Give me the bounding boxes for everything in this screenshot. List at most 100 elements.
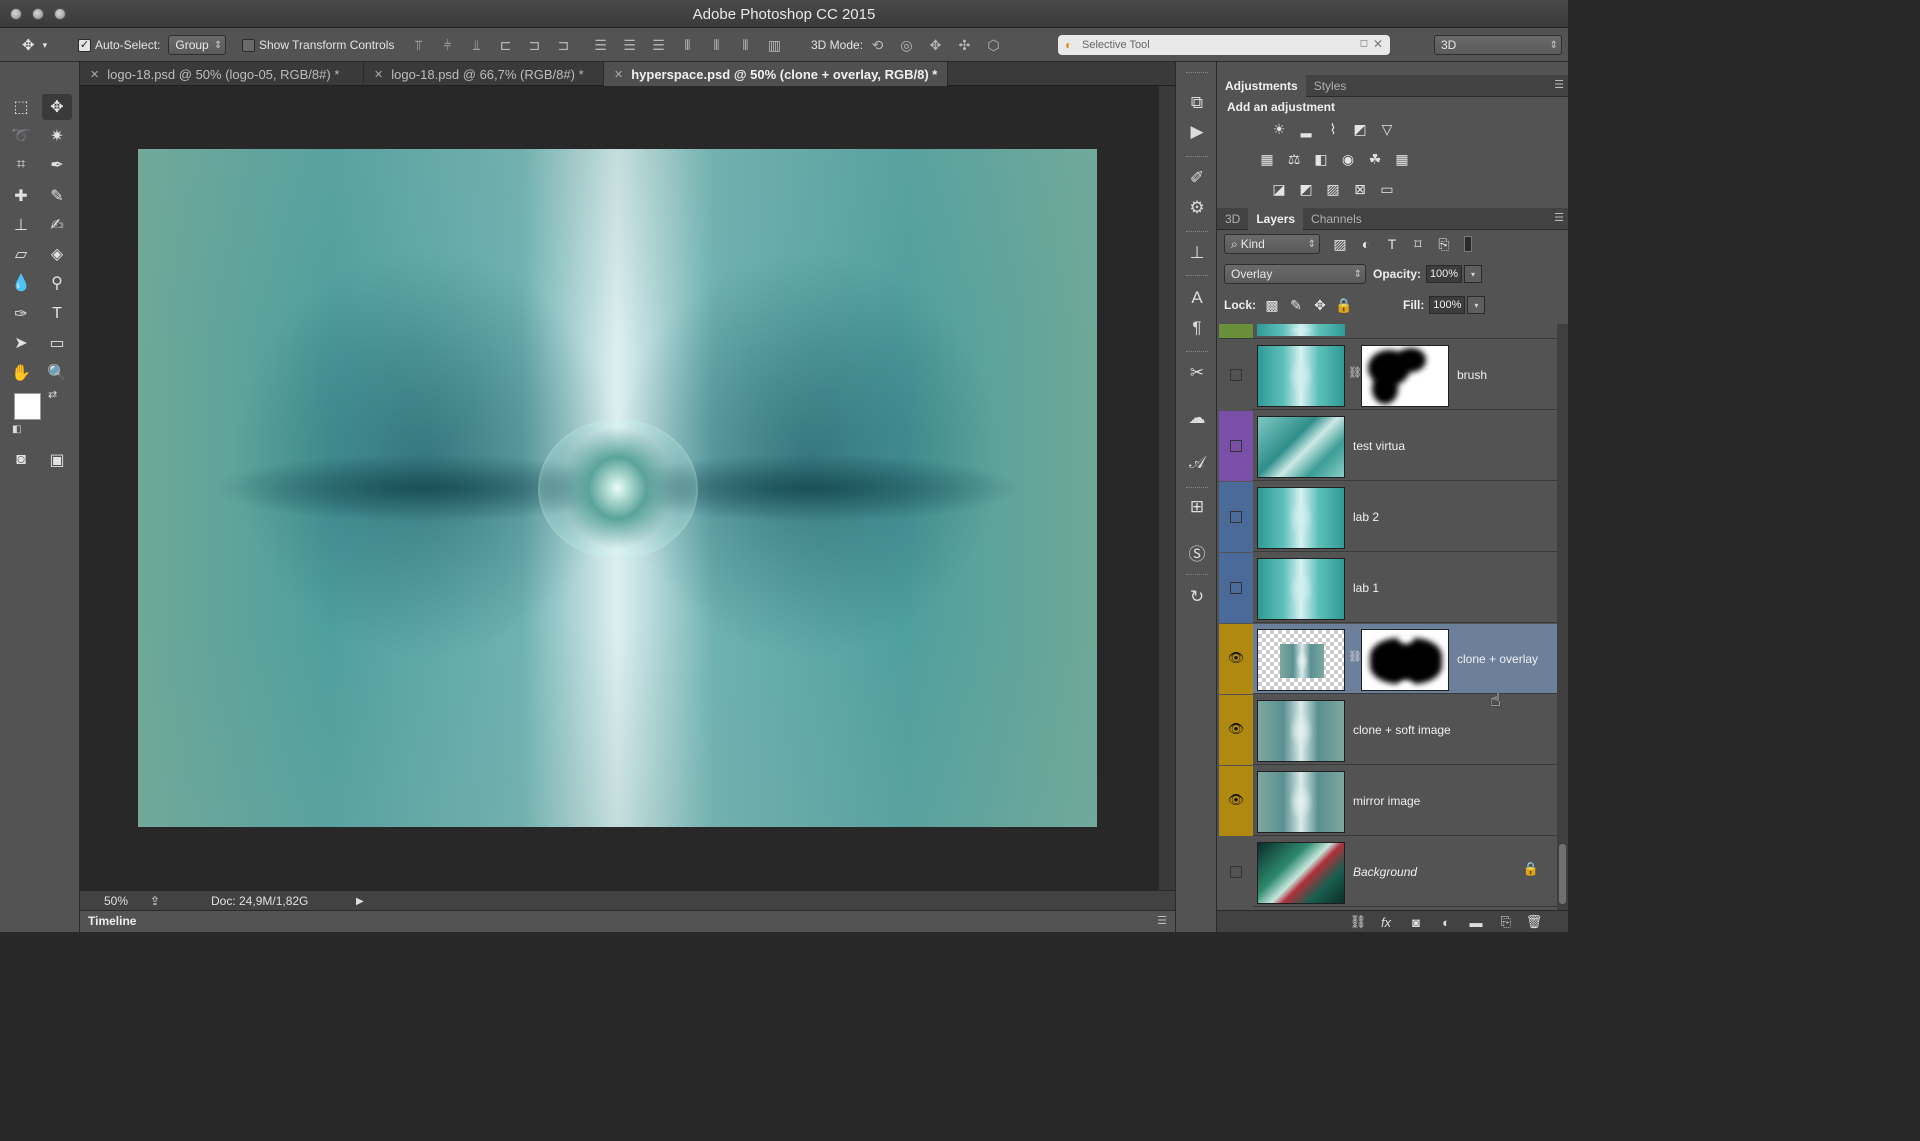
rectangle-tool-icon[interactable]: ▭ — [42, 330, 72, 356]
paint-bucket-tool-icon[interactable]: ◈ — [42, 241, 72, 267]
actions-panel-icon[interactable]: ▶ — [1184, 119, 1210, 145]
selective-color-icon[interactable]: ⊠ — [1350, 179, 1370, 199]
layer-row-lab-1[interactable]: lab 1 — [1219, 553, 1557, 623]
visibility-toggle[interactable] — [1230, 440, 1242, 452]
zoom-level[interactable]: 50% — [104, 891, 128, 911]
new-adjustment-layer-icon[interactable]: ◐ — [1435, 913, 1457, 931]
tab-styles[interactable]: Styles — [1306, 75, 1355, 97]
layer-name[interactable]: clone + soft image — [1353, 695, 1451, 765]
eyedropper-tool-icon[interactable]: ✒ — [42, 152, 72, 178]
share-icon[interactable]: ⇪ — [150, 891, 160, 911]
plugin-s-icon[interactable]: Ⓢ — [1184, 539, 1210, 565]
layers-scrollbar[interactable] — [1557, 324, 1568, 910]
blend-mode-dropdown[interactable]: Overlay — [1224, 264, 1366, 284]
delete-layer-icon[interactable]: 🗑 — [1523, 913, 1545, 931]
scroll-thumb[interactable] — [1559, 844, 1566, 904]
lasso-tool-icon[interactable]: ➰ — [6, 123, 36, 149]
layer-style-icon[interactable]: fx — [1375, 913, 1397, 931]
pen-tool-icon[interactable]: ✑ — [6, 301, 36, 327]
levels-icon[interactable]: ▂ — [1296, 119, 1316, 139]
screen-mode-icon[interactable]: ▣ — [42, 447, 72, 473]
distribute-top-icon[interactable]: ☰ — [586, 37, 615, 54]
layer-row-background[interactable]: Background 🔒 — [1219, 837, 1557, 907]
opacity-input[interactable]: 100% — [1426, 265, 1463, 283]
curves-icon[interactable]: ⌇ — [1323, 119, 1343, 139]
canvas-area[interactable] — [80, 86, 1158, 890]
marquee-tool-icon[interactable]: ⬚ — [6, 94, 36, 120]
default-colors-icon[interactable]: ◧ — [12, 424, 21, 435]
hand-tool-icon[interactable]: ✋ — [6, 360, 36, 386]
auto-align-icon[interactable]: ▥ — [760, 37, 789, 54]
layer-row-clone-overlay[interactable]: 👁 ⛓ clone + overlay — [1219, 624, 1557, 694]
move-tool-icon[interactable]: ✥ — [42, 94, 72, 120]
filter-smart-object-icon[interactable]: ⎘ — [1434, 234, 1454, 254]
align-right-edges-icon[interactable]: ⊐ — [549, 37, 578, 54]
invert-icon[interactable]: ◪ — [1269, 179, 1289, 199]
tab-logo-18-66[interactable]: ✕ logo-18.psd @ 66,7% (RGB/8#) * — [364, 62, 604, 86]
distribute-hcenter-icon[interactable]: ⦀ — [702, 37, 731, 54]
align-horizontal-centers-icon[interactable]: ⊐ — [520, 37, 549, 54]
quick-mask-icon[interactable]: ◙ — [6, 447, 36, 473]
add-mask-icon[interactable]: ◙ — [1405, 913, 1427, 931]
3d-pan-icon[interactable]: ✥ — [921, 37, 950, 54]
channel-mixer-icon[interactable]: ☘ — [1365, 149, 1385, 169]
filter-adjustment-icon[interactable]: ◐ — [1356, 234, 1376, 254]
eye-icon[interactable]: 👁 — [1228, 792, 1245, 807]
brightness-contrast-icon[interactable]: ☀ — [1269, 119, 1289, 139]
zoom-tool-icon[interactable]: 🔍 — [42, 360, 72, 386]
type-tool-icon[interactable]: T — [42, 301, 72, 327]
filter-type-icon[interactable]: T — [1382, 234, 1402, 254]
layer-thumbnail[interactable] — [1257, 771, 1345, 833]
glyphs-panel-icon[interactable]: 𝒜 — [1184, 450, 1210, 476]
layer-name[interactable]: clone + overlay — [1457, 624, 1538, 694]
3d-slide-icon[interactable]: ✣ — [950, 37, 979, 54]
align-left-edges-icon[interactable]: ⊏ — [491, 37, 520, 54]
color-lookup-icon[interactable]: ▦ — [1392, 149, 1412, 169]
tab-hyperspace[interactable]: ✕ hyperspace.psd @ 50% (clone + overlay, … — [604, 62, 948, 86]
layer-name[interactable]: brush — [1457, 340, 1487, 410]
link-icon[interactable]: ⛓ — [1348, 366, 1362, 379]
pin-icon[interactable]: ◻ — [1360, 38, 1368, 49]
clone-source-icon[interactable]: ⊥ — [1184, 240, 1210, 266]
paragraph-panel-icon[interactable]: ¶ — [1184, 315, 1210, 341]
panel-menu-icon[interactable]: ☰ — [1157, 914, 1167, 927]
layer-thumbnail[interactable] — [1257, 629, 1345, 691]
status-menu-arrow-icon[interactable]: ▶ — [356, 891, 364, 911]
visibility-toggle[interactable] — [1230, 369, 1242, 381]
history-panel-icon[interactable]: ⧉ — [1184, 90, 1210, 116]
document-canvas[interactable] — [138, 149, 1097, 827]
eye-icon[interactable]: 👁 — [1228, 721, 1245, 736]
layer-thumbnail[interactable] — [1257, 487, 1345, 549]
lock-transparent-icon[interactable]: ▩ — [1262, 295, 1282, 315]
photo-filter-icon[interactable]: ◉ — [1338, 149, 1358, 169]
tab-3d[interactable]: 3D — [1217, 208, 1248, 230]
refresh-panel-icon[interactable]: ↻ — [1184, 584, 1210, 610]
brush-tool-icon[interactable]: ✎ — [42, 183, 72, 209]
layer-thumbnail[interactable] — [1257, 700, 1345, 762]
layer-name[interactable]: test virtua — [1353, 411, 1405, 481]
black-white-icon[interactable]: ◧ — [1311, 149, 1331, 169]
show-transform-controls-checkbox[interactable] — [242, 38, 255, 52]
new-group-icon[interactable]: ▬ — [1465, 913, 1487, 931]
close-tab-icon[interactable]: ✕ — [614, 68, 623, 81]
exposure-icon[interactable]: ◩ — [1350, 119, 1370, 139]
lock-all-icon[interactable]: 🔒 — [1334, 295, 1354, 315]
timeline-panel-icon[interactable]: ⊞ — [1184, 494, 1210, 520]
filter-shape-icon[interactable]: ⌑ — [1408, 234, 1428, 254]
move-tool-preset-picker[interactable]: ✥ ▾ — [22, 28, 47, 62]
panel-menu-icon[interactable]: ☰ — [1554, 78, 1564, 91]
link-layers-icon[interactable]: ⛓ — [1347, 913, 1369, 931]
gradient-map-icon[interactable]: ▭ — [1377, 179, 1397, 199]
align-bottom-edges-icon[interactable]: ⫫ — [462, 37, 491, 54]
color-balance-icon[interactable]: ⚖ — [1284, 149, 1304, 169]
distribute-right-icon[interactable]: ⦀ — [731, 37, 760, 54]
layer-thumbnail[interactable] — [1257, 416, 1345, 478]
clone-stamp-tool-icon[interactable]: ⊥ — [6, 212, 36, 238]
fill-input[interactable]: 100% — [1429, 296, 1466, 314]
tool-presets-icon[interactable]: ⚙ — [1184, 195, 1210, 221]
new-layer-icon[interactable]: ⎘ — [1495, 913, 1517, 931]
eye-icon[interactable]: 👁 — [1228, 650, 1245, 665]
properties-panel-icon[interactable]: ✂ — [1184, 360, 1210, 386]
vertical-scrollbar[interactable] — [1158, 86, 1175, 890]
libraries-panel-icon[interactable]: ☁ — [1184, 405, 1210, 431]
